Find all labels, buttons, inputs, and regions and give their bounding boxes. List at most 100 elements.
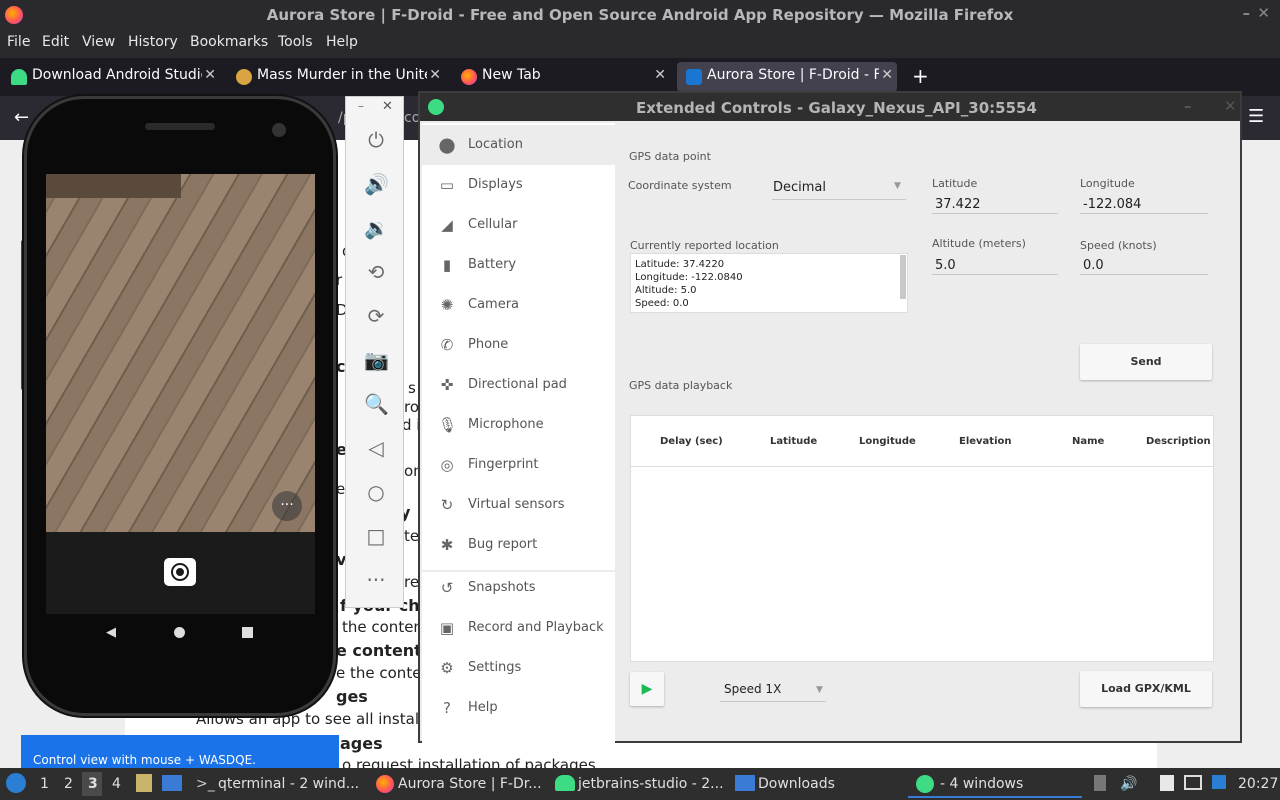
battery-tray-icon[interactable] [1094, 775, 1106, 791]
taskbar-emulator-group[interactable]: - 4 windows [940, 776, 1023, 792]
menu-view[interactable]: View [82, 34, 115, 50]
back-arrow-icon[interactable]: ← [14, 107, 29, 128]
workspace-4[interactable]: 4 [112, 776, 121, 792]
clipboard-tray-icon[interactable] [1160, 775, 1174, 791]
playback-speed-select[interactable]: Speed 1X [724, 682, 781, 696]
scrollbar[interactable] [900, 255, 906, 299]
latitude-input[interactable]: 37.422 [935, 197, 981, 212]
tab-close-icon[interactable]: ✕ [202, 67, 216, 83]
sidebar-item-virtual-sensors[interactable]: ↻ Virtual sensors [422, 485, 615, 525]
sidebar-item-help[interactable]: ? Help [422, 688, 615, 728]
workspace-2[interactable]: 2 [64, 776, 73, 792]
sidebar-item-record-playback[interactable]: ▣ Record and Playback [422, 608, 615, 648]
tab-close-icon[interactable]: ✕ [879, 67, 893, 83]
menu-help[interactable]: Help [326, 34, 358, 50]
col-latitude[interactable]: Latitude [770, 436, 817, 447]
sidebar-item-settings[interactable]: ⚙ Settings [422, 648, 615, 688]
menu-edit[interactable]: Edit [42, 34, 69, 50]
new-tab-button[interactable]: + [912, 64, 929, 88]
files-icon[interactable] [136, 774, 152, 792]
location-pin-icon: ⬤ [438, 136, 456, 154]
toolbar-close-icon[interactable]: ✕ [382, 99, 393, 114]
altitude-input[interactable]: 5.0 [935, 258, 956, 273]
active-task-indicator [908, 796, 1082, 798]
phone-icon: ✆ [440, 336, 454, 354]
nav-back-icon[interactable]: ◀ [106, 625, 116, 640]
menu-tools[interactable]: Tools [278, 34, 313, 50]
hamburger-menu-icon[interactable]: ☰ [1248, 106, 1264, 127]
desktop-icon[interactable] [162, 775, 182, 791]
col-longitude[interactable]: Longitude [859, 436, 916, 447]
volume-up-icon[interactable]: 🔊 [364, 172, 389, 196]
longitude-label: Longitude [1080, 177, 1135, 190]
more-icon[interactable]: ··· [364, 568, 388, 592]
taskbar-firefox[interactable]: Aurora Store | F-Dr... [398, 776, 542, 792]
taskbar-downloads[interactable]: Downloads [758, 776, 835, 792]
sidebar-item-microphone[interactable]: 🎙 Microphone [422, 405, 615, 445]
tab-new-tab[interactable]: New Tab ✕ [452, 62, 670, 92]
chevron-down-icon[interactable]: ▼ [894, 181, 901, 191]
window-minimize-icon[interactable]: – [1184, 97, 1192, 115]
longitude-input[interactable]: -122.084 [1083, 197, 1141, 212]
workspace-1[interactable]: 1 [40, 776, 49, 792]
tab-aurora-store[interactable]: Aurora Store | F-Droid - Fr ✕ [677, 62, 897, 92]
speed-input[interactable]: 0.0 [1083, 258, 1104, 273]
sidebar-item-battery[interactable]: ▮ Battery [422, 245, 615, 285]
nav-overview-icon[interactable] [242, 627, 253, 638]
load-gpx-kml-button[interactable]: Load GPX/KML [1080, 671, 1212, 707]
sidebar-item-fingerprint[interactable]: ◎ Fingerprint [422, 445, 615, 485]
menu-file[interactable]: File [7, 34, 30, 50]
shutter-camera-icon[interactable] [164, 558, 196, 586]
gps-data-point-heading: GPS data point [629, 150, 711, 163]
sidebar-item-displays[interactable]: ▭ Displays [422, 165, 615, 205]
sidebar-item-bug-report[interactable]: ✱ Bug report [422, 525, 615, 565]
overview-icon[interactable]: □ [364, 524, 388, 548]
camera-viewfinder[interactable] [46, 174, 315, 532]
col-delay[interactable]: Delay (sec) [660, 436, 723, 447]
window-close-icon[interactable]: ✕ [1224, 97, 1237, 115]
sidebar-item-camera[interactable]: ✺ Camera [422, 285, 615, 325]
col-name[interactable]: Name [1072, 436, 1104, 447]
tab-android-studio[interactable]: Download Android Studio ✕ [2, 62, 220, 92]
tab-close-icon[interactable]: ✕ [654, 67, 666, 83]
page-text-fragment: te [404, 527, 420, 545]
update-tray-icon[interactable] [1212, 775, 1226, 789]
play-button[interactable]: ▶ [630, 672, 664, 706]
emulator-toolbar: – ✕ ⏻ 🔊 🔉 ⟲ ⟳ 📷 🔍 ◁ ○ □ ··· [345, 96, 404, 608]
coordinate-system-select[interactable]: Decimal [773, 180, 826, 195]
tab-close-icon[interactable]: ✕ [427, 67, 441, 83]
rotate-right-icon[interactable]: ⟳ [364, 304, 388, 328]
close-icon[interactable]: ✕ [1257, 4, 1270, 22]
screenshot-icon[interactable]: 📷 [364, 348, 389, 372]
altitude-label: Altitude (meters) [932, 237, 1026, 250]
rotate-left-icon[interactable]: ⟲ [364, 260, 388, 284]
menu-bookmarks[interactable]: Bookmarks [190, 34, 268, 50]
camera-options-button[interactable]: ··· [272, 491, 302, 521]
phone-speaker [145, 123, 215, 130]
taskbar-jetbrains[interactable]: jetbrains-studio - 2... [578, 776, 724, 792]
volume-tray-icon[interactable]: 🔊 [1120, 776, 1137, 792]
volume-down-icon[interactable]: 🔉 [364, 216, 389, 240]
power-icon[interactable]: ⏻ [364, 128, 388, 152]
sidebar-item-snapshots[interactable]: ↺ Snapshots [422, 568, 615, 608]
back-icon[interactable]: ◁ [364, 436, 388, 460]
minimize-icon[interactable]: – [1243, 4, 1251, 22]
sidebar-item-location[interactable]: ⬤ Location [422, 125, 615, 165]
sidebar-item-phone[interactable]: ✆ Phone [422, 325, 615, 365]
workspace-3[interactable]: 3 [88, 776, 98, 792]
col-elevation[interactable]: Elevation [959, 436, 1012, 447]
network-tray-icon[interactable] [1184, 775, 1202, 790]
chevron-down-icon[interactable]: ▼ [816, 685, 823, 695]
home-icon[interactable]: ○ [364, 480, 388, 504]
taskbar-qterminal[interactable]: qterminal - 2 wind... [218, 776, 359, 792]
menu-history[interactable]: History [128, 34, 178, 50]
start-menu-icon[interactable] [6, 773, 26, 793]
toolbar-minimize-icon[interactable]: – [358, 99, 364, 113]
tab-mass-murder[interactable]: Mass Murder in the Unite ✕ [227, 62, 445, 92]
sidebar-item-cellular[interactable]: ◢ Cellular [422, 205, 615, 245]
zoom-icon[interactable]: 🔍 [364, 392, 389, 416]
col-description[interactable]: Description [1146, 436, 1211, 447]
sidebar-item-directional-pad[interactable]: ✜ Directional pad [422, 365, 615, 405]
send-button[interactable]: Send [1080, 344, 1212, 380]
nav-home-icon[interactable] [174, 627, 185, 638]
